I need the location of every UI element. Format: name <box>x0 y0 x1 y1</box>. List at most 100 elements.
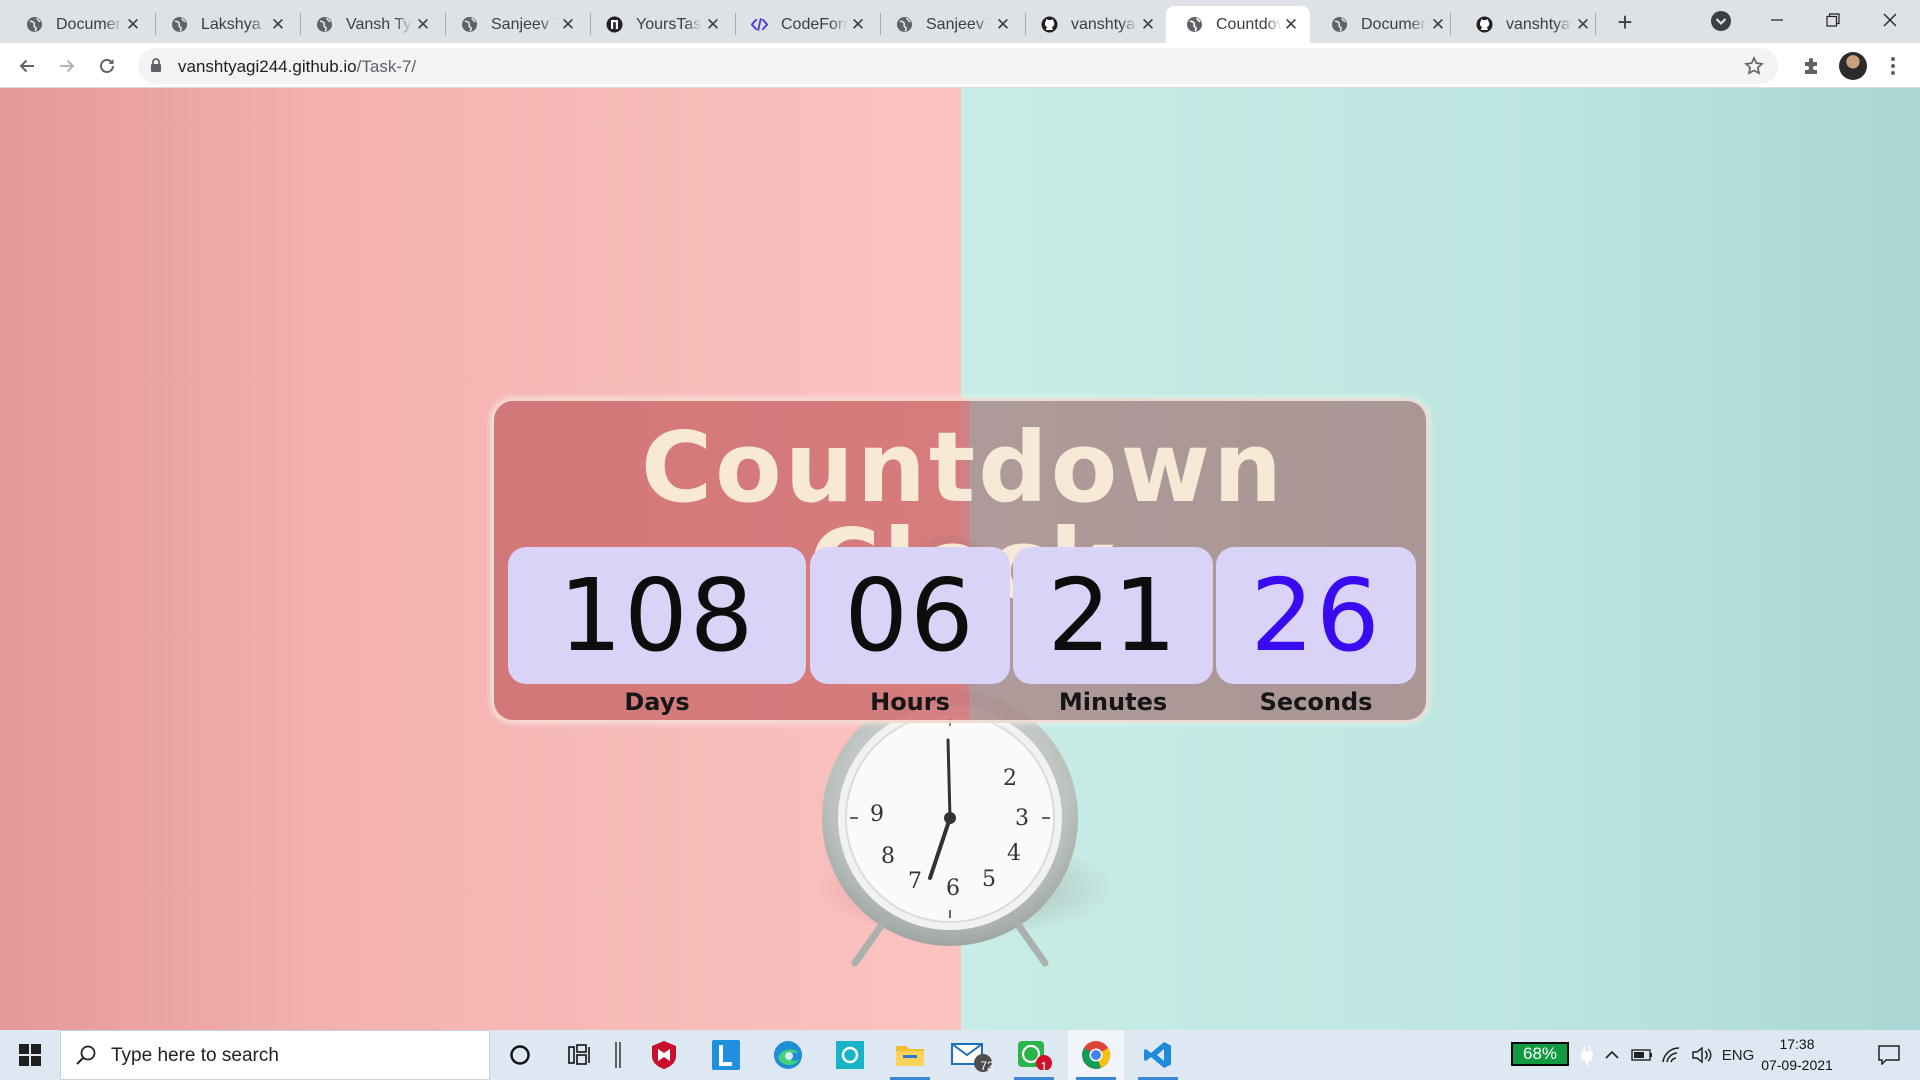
seconds-label: Seconds <box>1259 688 1373 716</box>
tab-title: Vansh Tya <box>346 15 412 33</box>
clock-numeral-8: 8 <box>881 844 895 869</box>
battery-percent-indicator[interactable]: 68% <box>1511 1042 1569 1066</box>
tab-title: Documen <box>1361 15 1427 33</box>
tab-sanjeev-2[interactable]: Sanjeev T ✕ <box>876 6 1022 43</box>
hours-value: 06 <box>810 547 1010 684</box>
power-plug-tray[interactable] <box>1574 1030 1600 1080</box>
new-tab-button[interactable]: + <box>1611 7 1639 37</box>
close-icon[interactable]: ✕ <box>704 15 722 34</box>
close-icon[interactable]: ✕ <box>1429 15 1447 34</box>
volume-tray[interactable] <box>1688 1030 1716 1080</box>
close-icon[interactable]: ✕ <box>1282 15 1300 34</box>
battery-icon <box>1631 1049 1652 1061</box>
mail-badge: 72 <box>980 1059 994 1073</box>
reload-button[interactable] <box>92 51 122 81</box>
tab-title: Documen <box>56 15 122 33</box>
clock-numeral-5: 5 <box>982 867 996 892</box>
chrome-app[interactable] <box>1068 1030 1124 1080</box>
mail-app[interactable]: 72 <box>944 1030 1000 1080</box>
taskbar-search[interactable]: Type here to search <box>60 1030 490 1080</box>
tab-search-button[interactable] <box>1710 10 1732 32</box>
close-icon[interactable]: ✕ <box>994 15 1012 34</box>
search-icon <box>76 1045 96 1065</box>
minimize-button[interactable] <box>1749 0 1805 40</box>
clock-numeral-7: 7 <box>908 869 922 894</box>
system-clock[interactable]: 17:38 07-09-2021 <box>1752 1034 1842 1076</box>
address-bar[interactable]: vanshtyagi244.github.io/Task-7/ <box>138 48 1778 84</box>
tab-codeform[interactable]: CodeForm ✕ <box>731 6 877 43</box>
minimize-icon <box>1771 19 1783 21</box>
tab-title: vanshtyag <box>1506 15 1572 33</box>
notifications-button[interactable] <box>1864 1030 1914 1080</box>
task-view-button[interactable] <box>552 1030 608 1080</box>
l-app[interactable] <box>698 1030 754 1080</box>
profile-button[interactable] <box>1838 51 1868 81</box>
windows-logo-icon <box>19 1044 41 1066</box>
close-window-button[interactable] <box>1862 0 1918 40</box>
bookmark-star-icon[interactable] <box>1744 56 1764 81</box>
forward-button[interactable] <box>52 51 82 81</box>
tab-documen-2[interactable]: Documen ✕ <box>1311 6 1457 43</box>
globe-icon <box>1331 16 1348 33</box>
teal-square-app[interactable] <box>822 1030 878 1080</box>
globe-icon <box>461 16 478 33</box>
show-hidden-icons-button[interactable] <box>1600 1030 1624 1080</box>
file-explorer-app[interactable] <box>882 1030 938 1080</box>
close-icon[interactable]: ✕ <box>559 15 577 34</box>
url-host: vanshtyagi244.github.io <box>178 57 357 76</box>
chrome-menu-button[interactable] <box>1878 51 1908 81</box>
tab-documen-1[interactable]: Documen ✕ <box>6 6 152 43</box>
close-icon[interactable]: ✕ <box>1574 15 1592 34</box>
close-icon[interactable]: ✕ <box>269 15 287 34</box>
vscode-icon <box>1144 1042 1171 1068</box>
more-vertical-icon <box>1891 57 1895 75</box>
tab-title: vanshtyag <box>1071 15 1137 33</box>
whatsapp-app[interactable]: 1 <box>1006 1030 1062 1080</box>
tab-title: Sanjeev T <box>491 15 557 33</box>
tab-github-1[interactable]: vanshtyag ✕ <box>1021 6 1167 43</box>
close-icon[interactable]: ✕ <box>124 15 142 34</box>
globe-icon <box>316 16 333 33</box>
tab-github-2[interactable]: vanshtyag ✕ <box>1456 6 1602 43</box>
chevron-down-icon <box>1711 11 1731 31</box>
network-tray[interactable] <box>1658 1030 1686 1080</box>
tab-yourstasty[interactable]: YoursTast ✕ <box>586 6 732 43</box>
tab-sanjeev-1[interactable]: Sanjeev T ✕ <box>441 6 587 43</box>
cortana-icon <box>510 1045 530 1065</box>
globe-icon <box>171 16 188 33</box>
battery-tray[interactable] <box>1628 1030 1656 1080</box>
avatar <box>1839 52 1867 80</box>
tab-vansh-tyagi[interactable]: Vansh Tya ✕ <box>296 6 442 43</box>
back-button[interactable] <box>12 51 42 81</box>
edge-app[interactable] <box>760 1030 816 1080</box>
power-plug-icon <box>1581 1046 1593 1066</box>
cortana-button[interactable] <box>492 1030 548 1080</box>
browser-toolbar: vanshtyagi244.github.io/Task-7/ <box>0 43 1920 88</box>
extensions-button[interactable] <box>1797 51 1827 81</box>
close-icon[interactable]: ✕ <box>1139 15 1157 34</box>
arrow-left-icon <box>19 59 34 73</box>
tab-title: CodeForm <box>781 15 847 33</box>
close-icon[interactable]: ✕ <box>414 15 432 34</box>
hours-label: Hours <box>870 688 950 716</box>
windows-taskbar: Type here to search 72 1 68% ENG 17:38 0… <box>0 1030 1920 1080</box>
restore-button[interactable] <box>1805 0 1861 40</box>
url-text[interactable]: vanshtyagi244.github.io/Task-7/ <box>178 57 416 77</box>
close-icon[interactable]: ✕ <box>849 15 867 34</box>
l-app-icon <box>712 1040 740 1070</box>
clock-numeral-6: 6 <box>946 876 960 901</box>
days-value: 108 <box>508 547 806 684</box>
start-button[interactable] <box>0 1030 60 1080</box>
vscode-app[interactable] <box>1130 1030 1186 1080</box>
tab-countdown-active[interactable]: Countdov ✕ <box>1166 6 1310 43</box>
app-square-icon <box>836 1041 864 1069</box>
mcafee-app[interactable] <box>636 1030 692 1080</box>
clock-numeral-4: 4 <box>1007 841 1021 866</box>
clock-numeral-3: 3 <box>1015 806 1029 831</box>
whatsapp-badge: 1 <box>1040 1059 1048 1074</box>
globe-icon <box>1186 16 1203 33</box>
close-icon <box>1883 13 1897 27</box>
folder-icon <box>896 1046 924 1066</box>
lock-icon[interactable] <box>150 58 162 78</box>
tab-lakshya[interactable]: Lakshya ✕ <box>151 6 297 43</box>
